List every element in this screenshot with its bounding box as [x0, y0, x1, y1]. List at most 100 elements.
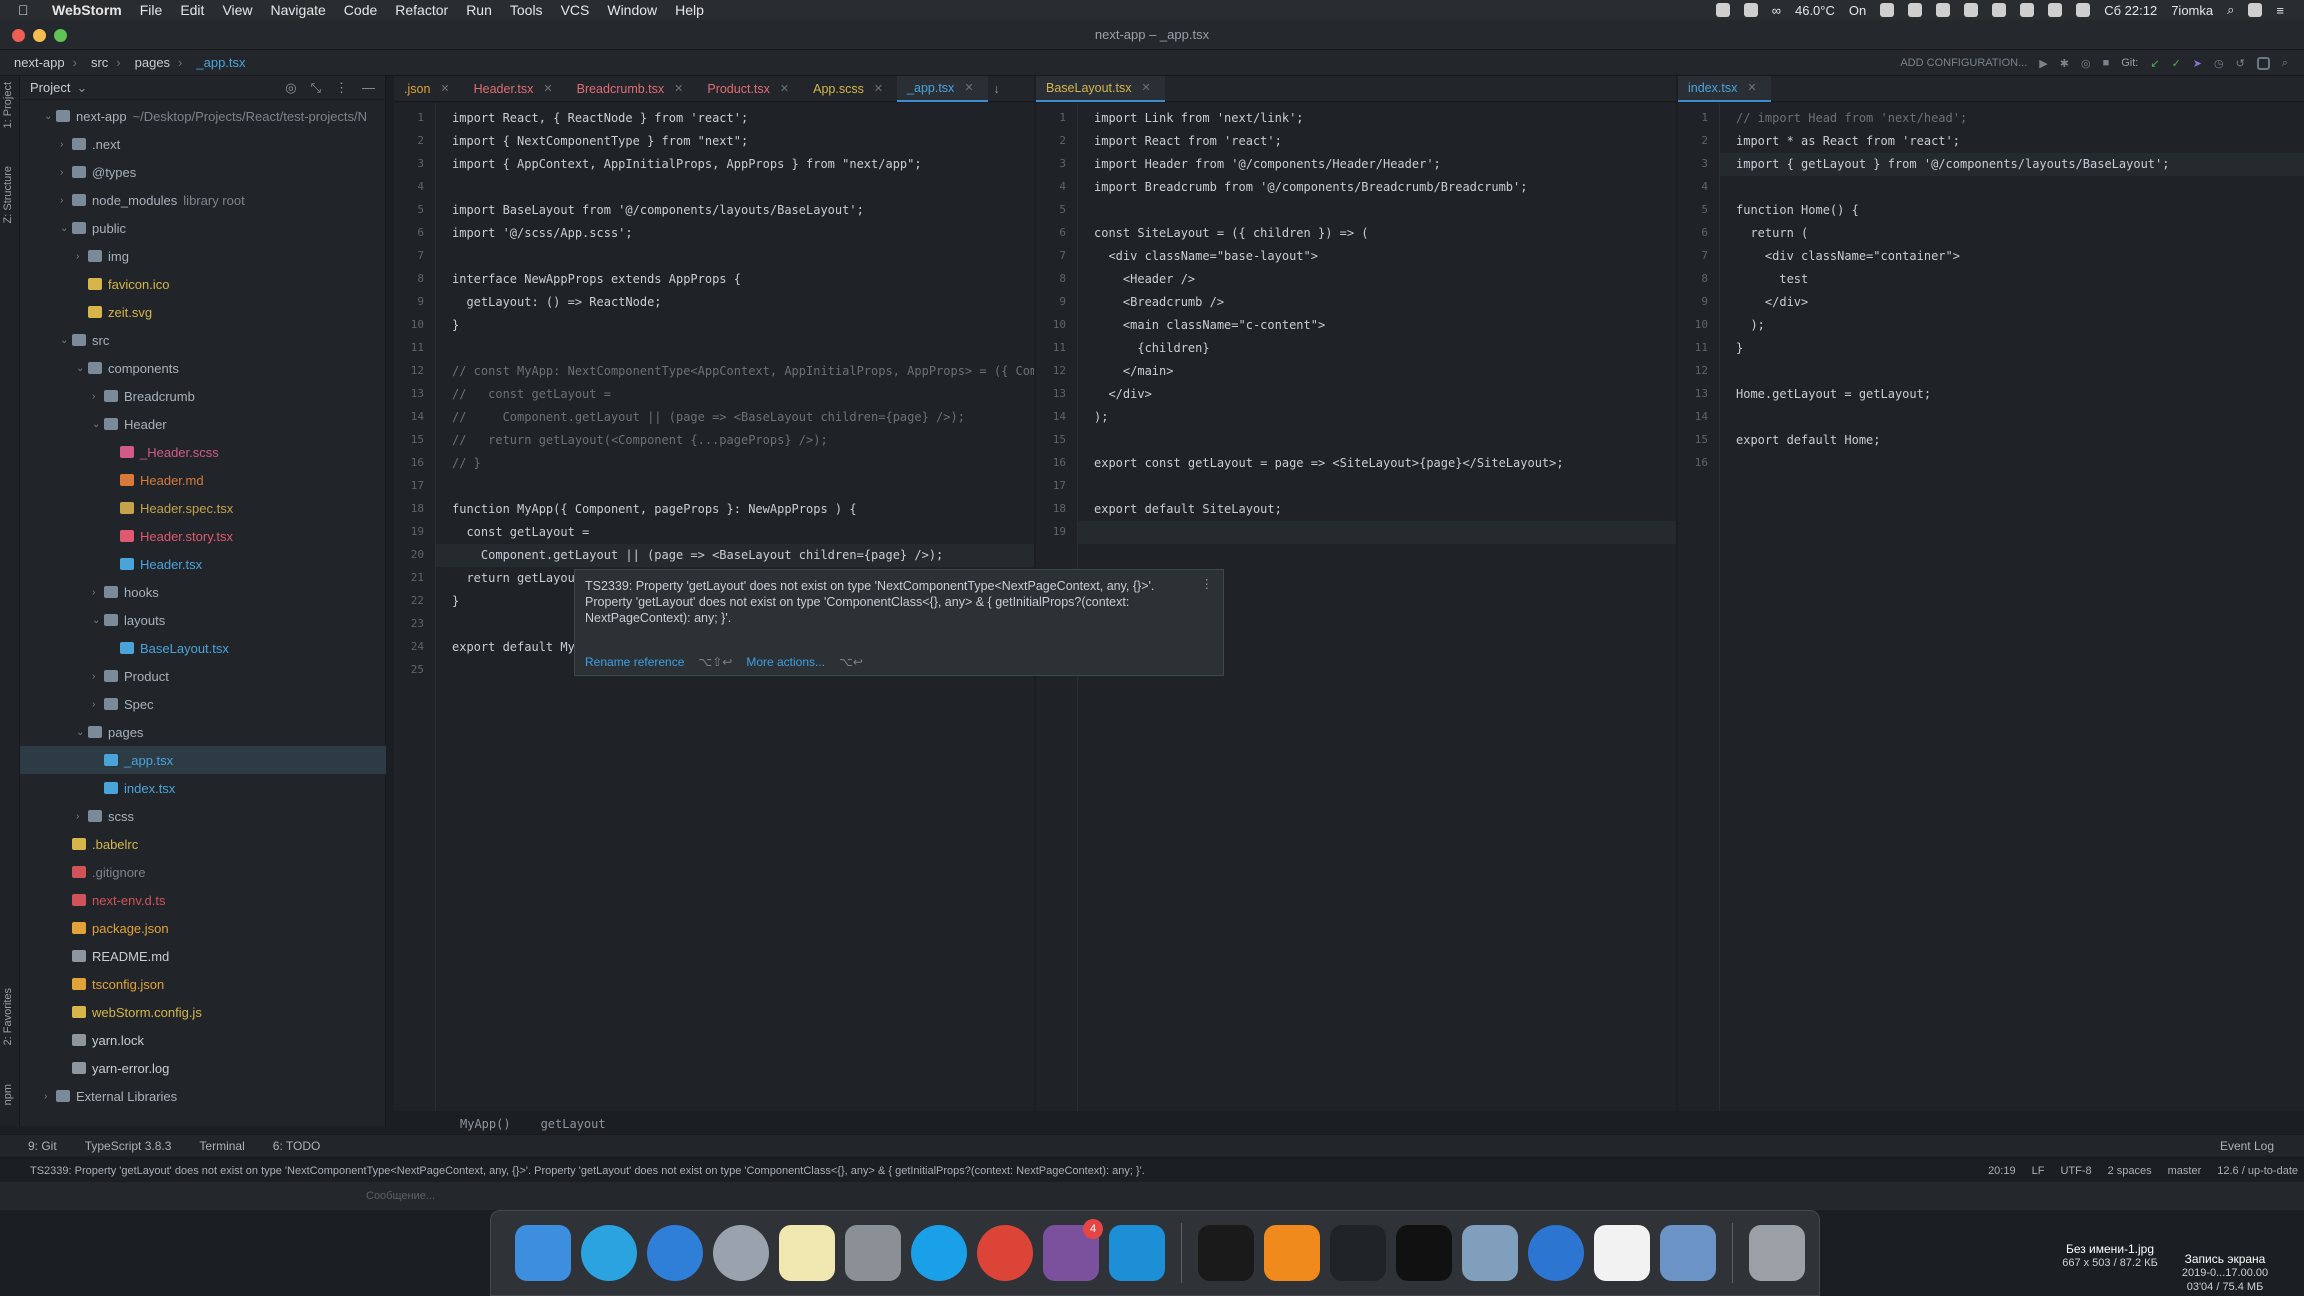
- caret-position[interactable]: 20:19: [1988, 1165, 2016, 1177]
- tree-folder[interactable]: ⌄ next-app ~/Desktop/Projects/React/test-p…: [20, 102, 386, 130]
- lock-icon[interactable]: [1715, 3, 1730, 17]
- close-tab-icon[interactable]: ✕: [964, 81, 973, 94]
- git-push-icon[interactable]: ➤: [2193, 57, 2202, 70]
- breadcrumb-src[interactable]: src: [91, 55, 108, 70]
- user-name[interactable]: 7iomka: [2171, 3, 2213, 18]
- cloud-icon[interactable]: [1992, 3, 2007, 17]
- code-line[interactable]: test: [1736, 272, 1808, 286]
- tree-folder[interactable]: › hooks: [20, 578, 386, 606]
- menu-view[interactable]: View: [222, 2, 252, 18]
- code-line[interactable]: interface NewAppProps extends AppProps {: [452, 272, 741, 286]
- code-line[interactable]: <main className="c-content">: [1094, 318, 1325, 332]
- tree-folder[interactable]: › Spec: [20, 690, 386, 718]
- code-line[interactable]: }: [1736, 341, 1743, 355]
- close-tab-icon[interactable]: ✕: [1141, 81, 1150, 94]
- code-line[interactable]: return getLayou: [452, 571, 574, 585]
- upload-icon[interactable]: [1880, 3, 1895, 17]
- close-tab-icon[interactable]: ✕: [1747, 81, 1756, 94]
- code-line[interactable]: <Header />: [1094, 272, 1195, 286]
- tree-file[interactable]: Header.tsx: [20, 550, 386, 578]
- download-icon[interactable]: [1936, 3, 1951, 17]
- tab-header-tsx[interactable]: Header.tsx ✕: [464, 76, 567, 102]
- tree-file[interactable]: index.tsx: [20, 774, 386, 802]
- chevron-right-icon[interactable]: ›: [92, 699, 104, 710]
- system-preferences-icon[interactable]: [845, 1225, 901, 1281]
- more-actions-link[interactable]: More actions...: [746, 655, 825, 669]
- chevron-down-icon[interactable]: ⌄: [76, 363, 88, 374]
- tree-folder[interactable]: › scss: [20, 802, 386, 830]
- close-tab-icon[interactable]: ✕: [674, 82, 683, 95]
- code-line[interactable]: import '@/scss/App.scss';: [452, 226, 633, 240]
- tree-folder[interactable]: › Product: [20, 662, 386, 690]
- tab-json[interactable]: .json ✕: [394, 76, 464, 102]
- close-tab-icon[interactable]: ✕: [440, 82, 449, 95]
- tree-folder[interactable]: › Breadcrumb: [20, 382, 386, 410]
- tree-folder[interactable]: ⌄ src: [20, 326, 386, 354]
- git-history-icon[interactable]: ◷: [2214, 57, 2224, 70]
- close-tab-icon[interactable]: ✕: [780, 82, 789, 95]
- code-line[interactable]: import BaseLayout from '@/components/lay…: [452, 203, 864, 217]
- tree-file[interactable]: yarn-error.log: [20, 1054, 386, 1082]
- code-line[interactable]: getLayout: () => ReactNode;: [452, 295, 661, 309]
- code-line[interactable]: import React, { ReactNode } from 'react'…: [452, 111, 748, 125]
- launchpad-icon[interactable]: [713, 1225, 769, 1281]
- coverage-icon[interactable]: ◎: [2081, 57, 2091, 70]
- code-line[interactable]: <div className="container">: [1736, 249, 1960, 263]
- close-tab-icon[interactable]: ✕: [874, 82, 883, 95]
- code-line[interactable]: </div>: [1736, 295, 1808, 309]
- menu-run[interactable]: Run: [466, 2, 492, 18]
- code-line[interactable]: // return getLayout(<Component {...pageP…: [452, 433, 828, 447]
- music-icon[interactable]: [1594, 1225, 1650, 1281]
- code-line[interactable]: return (: [1736, 226, 1808, 240]
- code-line[interactable]: // import Head from 'next/head';: [1736, 111, 1967, 125]
- chevron-right-icon[interactable]: ›: [60, 167, 72, 178]
- locate-icon[interactable]: ◎: [285, 80, 296, 96]
- tree-file[interactable]: .babelrc: [20, 830, 386, 858]
- breadcrumb-project[interactable]: next-app: [14, 55, 65, 70]
- git-tool-button[interactable]: 9: Git: [28, 1139, 57, 1153]
- code-line[interactable]: export default SiteLayout;: [1094, 502, 1282, 516]
- tree-folder[interactable]: › .next: [20, 130, 386, 158]
- chevron-down-icon[interactable]: ⌄: [76, 727, 88, 738]
- photos-icon[interactable]: [1660, 1225, 1716, 1281]
- chevron-down-icon[interactable]: ⌄: [92, 419, 104, 430]
- tree-file[interactable]: package.json: [20, 914, 386, 942]
- favorites-tool-button[interactable]: 2: Favorites: [2, 988, 14, 1045]
- siri-icon[interactable]: [2248, 3, 2263, 17]
- code-line[interactable]: }: [452, 594, 459, 608]
- tree-file[interactable]: Header.md: [20, 466, 386, 494]
- chevron-down-icon[interactable]: ⌄: [92, 615, 104, 626]
- layout-icon[interactable]: [2256, 56, 2270, 70]
- tree-file[interactable]: README.md: [20, 942, 386, 970]
- file-encoding[interactable]: UTF-8: [2060, 1165, 2091, 1177]
- code-line[interactable]: Home.getLayout = getLayout;: [1736, 387, 1931, 401]
- breadcrumb-function[interactable]: MyApp(): [460, 1117, 511, 1131]
- code-line[interactable]: import Link from 'next/link';: [1094, 111, 1304, 125]
- text-editor-icon[interactable]: [1528, 1225, 1584, 1281]
- tree-folder[interactable]: › @types: [20, 158, 386, 186]
- search-everywhere-icon[interactable]: ⌕: [2282, 57, 2288, 70]
- message-input[interactable]: Сообщение...: [366, 1190, 435, 1202]
- line-separator[interactable]: LF: [2032, 1165, 2045, 1177]
- tab-index-tsx[interactable]: index.tsx ✕: [1678, 75, 1771, 102]
- apple-menu-icon[interactable]: : [18, 2, 38, 18]
- code-line[interactable]: import Header from '@/components/Header/…: [1094, 157, 1441, 171]
- tree-folder[interactable]: › img: [20, 242, 386, 270]
- git-rollback-icon[interactable]: ↺: [2236, 57, 2245, 70]
- breadcrumb-pages[interactable]: pages: [135, 55, 170, 70]
- close-tab-icon[interactable]: ✕: [543, 82, 552, 95]
- tab-overflow-icon[interactable]: ↓: [994, 82, 1000, 96]
- code-line[interactable]: <Breadcrumb />: [1094, 295, 1224, 309]
- menu-code[interactable]: Code: [344, 2, 377, 18]
- vlc-icon[interactable]: [1264, 1225, 1320, 1281]
- code-line[interactable]: import Breadcrumb from '@/components/Bre…: [1094, 180, 1527, 194]
- wifi-icon[interactable]: [2020, 3, 2035, 17]
- code-line[interactable]: export default My: [452, 640, 575, 654]
- tree-file[interactable]: Header.story.tsx: [20, 522, 386, 550]
- code-line[interactable]: function Home() {: [1736, 203, 1859, 217]
- chevron-down-icon[interactable]: ⌄: [44, 111, 56, 122]
- code-line[interactable]: import { getLayout } from '@/components/…: [1736, 157, 2169, 171]
- code-line[interactable]: </div>: [1094, 387, 1151, 401]
- preview-icon[interactable]: [1462, 1225, 1518, 1281]
- tree-file[interactable]: BaseLayout.tsx: [20, 634, 386, 662]
